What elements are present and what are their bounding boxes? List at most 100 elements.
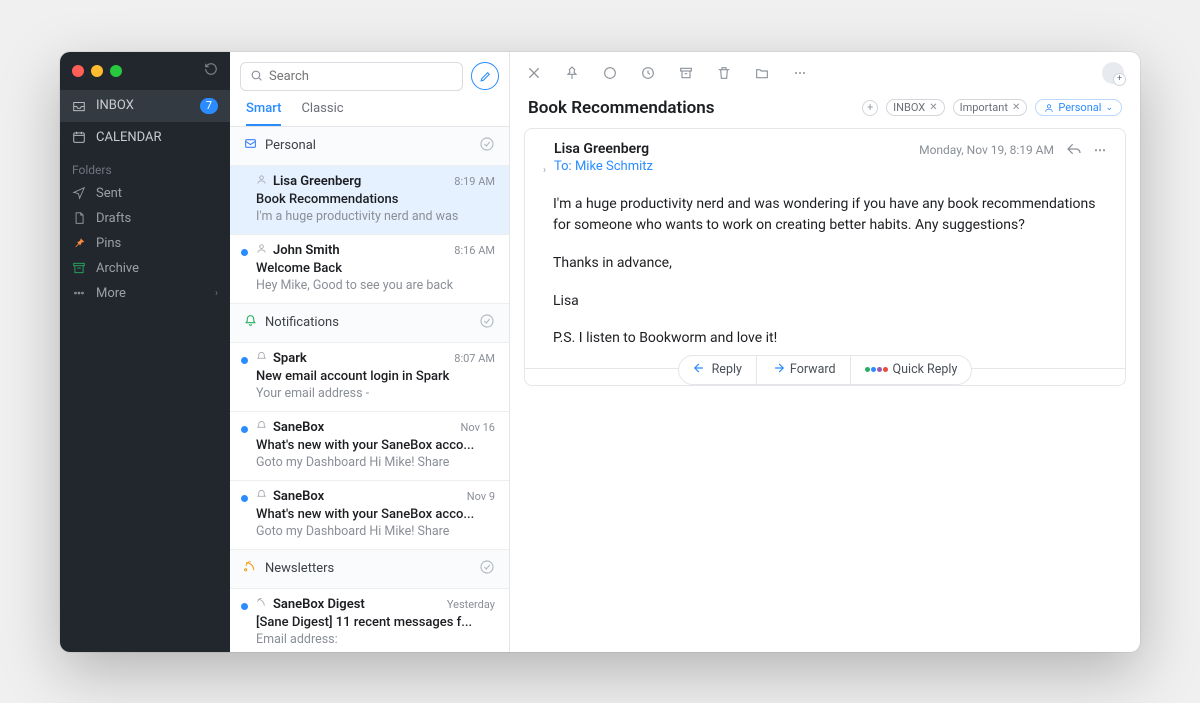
move-icon[interactable] — [754, 65, 770, 81]
sender-type-icon — [256, 597, 267, 612]
message-sender: SaneBox Digest — [273, 597, 441, 612]
message-item[interactable]: John Smith8:16 AMWelcome BackHey Mike, G… — [230, 235, 509, 304]
message-preview: I'm a huge productivity nerd and was — [256, 209, 495, 224]
message-sender: Spark — [273, 351, 448, 366]
reply-button[interactable]: Reply — [679, 356, 757, 384]
folder-pins[interactable]: Pins — [60, 231, 230, 256]
chevron-right-icon: › — [215, 288, 218, 299]
section-header[interactable]: Notifications — [230, 304, 509, 343]
section-header[interactable]: Personal — [230, 127, 509, 166]
forward-arrow-icon — [771, 361, 785, 379]
reader-toolbar — [510, 52, 1140, 94]
label-chip-inbox[interactable]: INBOX✕ — [886, 99, 944, 116]
label-chip-personal[interactable]: Personal⌄ — [1035, 99, 1122, 116]
unread-dot-icon — [241, 249, 248, 256]
message-time: 8:19 AM — [454, 175, 495, 188]
message-time: Nov 9 — [467, 490, 495, 503]
message-item[interactable]: Spark 8:07 AM New email account login in S… — [230, 343, 509, 412]
app-window: INBOX 7 CALENDAR Folders Sent Drafts Pin… — [60, 52, 1140, 652]
message-item[interactable]: SaneBox DigestYesterday[Sane Digest] 11 … — [230, 589, 509, 652]
message-sender: SaneBox — [273, 420, 455, 435]
mark-section-done-icon[interactable] — [479, 559, 495, 579]
body-paragraph: I'm a huge productivity nerd and was won… — [553, 194, 1097, 237]
unread-dot-icon — [241, 357, 248, 364]
share-avatar-button[interactable] — [1102, 62, 1124, 84]
sender-type-icon — [256, 489, 267, 504]
message-subject: Welcome Back — [256, 261, 495, 276]
from-name: Lisa Greenberg — [554, 141, 653, 157]
message-date: Monday, Nov 19, 8:19 AM — [919, 143, 1054, 157]
trash-icon[interactable] — [716, 65, 732, 81]
folders-heading: Folders — [60, 153, 230, 181]
unread-dot-icon — [241, 426, 248, 433]
nav-calendar[interactable]: CALENDAR — [60, 122, 230, 153]
reading-pane: Book Recommendations + INBOX✕ Important✕… — [510, 52, 1140, 652]
nav-inbox[interactable]: INBOX 7 — [60, 90, 230, 122]
pin-icon[interactable] — [564, 65, 580, 81]
archive-icon — [72, 261, 86, 275]
remove-label-icon[interactable]: ✕ — [1012, 102, 1020, 113]
section-icon — [244, 314, 257, 331]
message-preview: Your email address - — [256, 386, 495, 401]
message-item[interactable]: SaneBoxNov 9What's new with your SaneBox… — [230, 481, 509, 550]
card-action-bar: Reply Forward Quick Reply — [525, 368, 1125, 385]
mark-section-done-icon[interactable] — [479, 313, 495, 333]
body-paragraph: Lisa — [553, 291, 1097, 313]
search-input[interactable] — [269, 69, 453, 84]
message-list[interactable]: PersonalLisa Greenberg8:19 AMBook Recomm… — [230, 126, 509, 652]
message-item[interactable]: Lisa Greenberg8:19 AMBook Recommendation… — [230, 166, 509, 235]
archive-action-icon[interactable] — [678, 65, 694, 81]
tab-classic[interactable]: Classic — [301, 101, 343, 126]
add-label-button[interactable]: + — [862, 100, 878, 116]
folder-more[interactable]: More › — [60, 281, 230, 306]
section-header[interactable]: Newsletters — [230, 550, 509, 589]
message-card: › Lisa Greenberg To: Mike Schmitz Monday… — [524, 128, 1126, 386]
refresh-icon[interactable] — [204, 62, 218, 80]
reader-header: Book Recommendations + INBOX✕ Important✕… — [510, 94, 1140, 128]
more-actions-icon[interactable] — [792, 65, 808, 81]
message-item[interactable]: SaneBoxNov 16What's new with your SaneBo… — [230, 412, 509, 481]
sender-type-icon — [256, 174, 267, 189]
forward-button[interactable]: Forward — [757, 356, 851, 384]
message-subject: What's new with your SaneBox acco... — [256, 507, 495, 522]
compose-button[interactable] — [471, 62, 499, 90]
more-icon — [72, 286, 86, 300]
search-box[interactable] — [240, 62, 463, 91]
section-title: Newsletters — [265, 561, 334, 576]
close-icon[interactable] — [526, 65, 542, 81]
folder-archive-label: Archive — [96, 261, 139, 276]
nav-calendar-label: CALENDAR — [96, 130, 162, 145]
message-subject: New email account login in Spark — [256, 369, 495, 384]
sidebar: INBOX 7 CALENDAR Folders Sent Drafts Pin… — [60, 52, 230, 652]
body-paragraph: P.S. I listen to Bookworm and love it! — [553, 328, 1097, 350]
section-icon — [244, 560, 257, 577]
mark-section-done-icon[interactable] — [479, 136, 495, 156]
message-preview: Hey Mike, Good to see you are back — [256, 278, 495, 293]
remove-label-icon[interactable]: ✕ — [929, 102, 937, 113]
quick-reply-icon — [865, 367, 888, 372]
label-chip-important[interactable]: Important✕ — [953, 99, 1028, 116]
reply-icon[interactable] — [1066, 141, 1082, 160]
snooze-icon[interactable] — [640, 65, 656, 81]
message-more-icon[interactable]: ⋯ — [1094, 143, 1107, 157]
message-preview: Goto my Dashboard Hi Mike! Share — [256, 524, 495, 539]
message-subject: What's new with your SaneBox acco... — [256, 438, 495, 453]
body-paragraph: Thanks in advance, — [553, 253, 1097, 275]
window-minimize-button[interactable] — [91, 65, 103, 77]
folder-archive[interactable]: Archive — [60, 256, 230, 281]
to-line: To: Mike Schmitz — [554, 159, 653, 174]
folder-drafts[interactable]: Drafts — [60, 206, 230, 231]
message-time: 8:07 AM — [454, 352, 495, 365]
inbox-icon — [72, 99, 86, 113]
pin-icon — [72, 236, 86, 250]
window-close-button[interactable] — [72, 65, 84, 77]
expand-recipients-icon[interactable]: › — [543, 165, 546, 176]
folder-sent[interactable]: Sent — [60, 181, 230, 206]
tab-smart[interactable]: Smart — [246, 101, 281, 126]
list-tabs: Smart Classic — [240, 91, 499, 126]
message-sender: John Smith — [273, 243, 448, 258]
quick-reply-button[interactable]: Quick Reply — [851, 356, 972, 384]
window-zoom-button[interactable] — [110, 65, 122, 77]
folder-pins-label: Pins — [96, 236, 121, 251]
mark-read-icon[interactable] — [602, 65, 618, 81]
